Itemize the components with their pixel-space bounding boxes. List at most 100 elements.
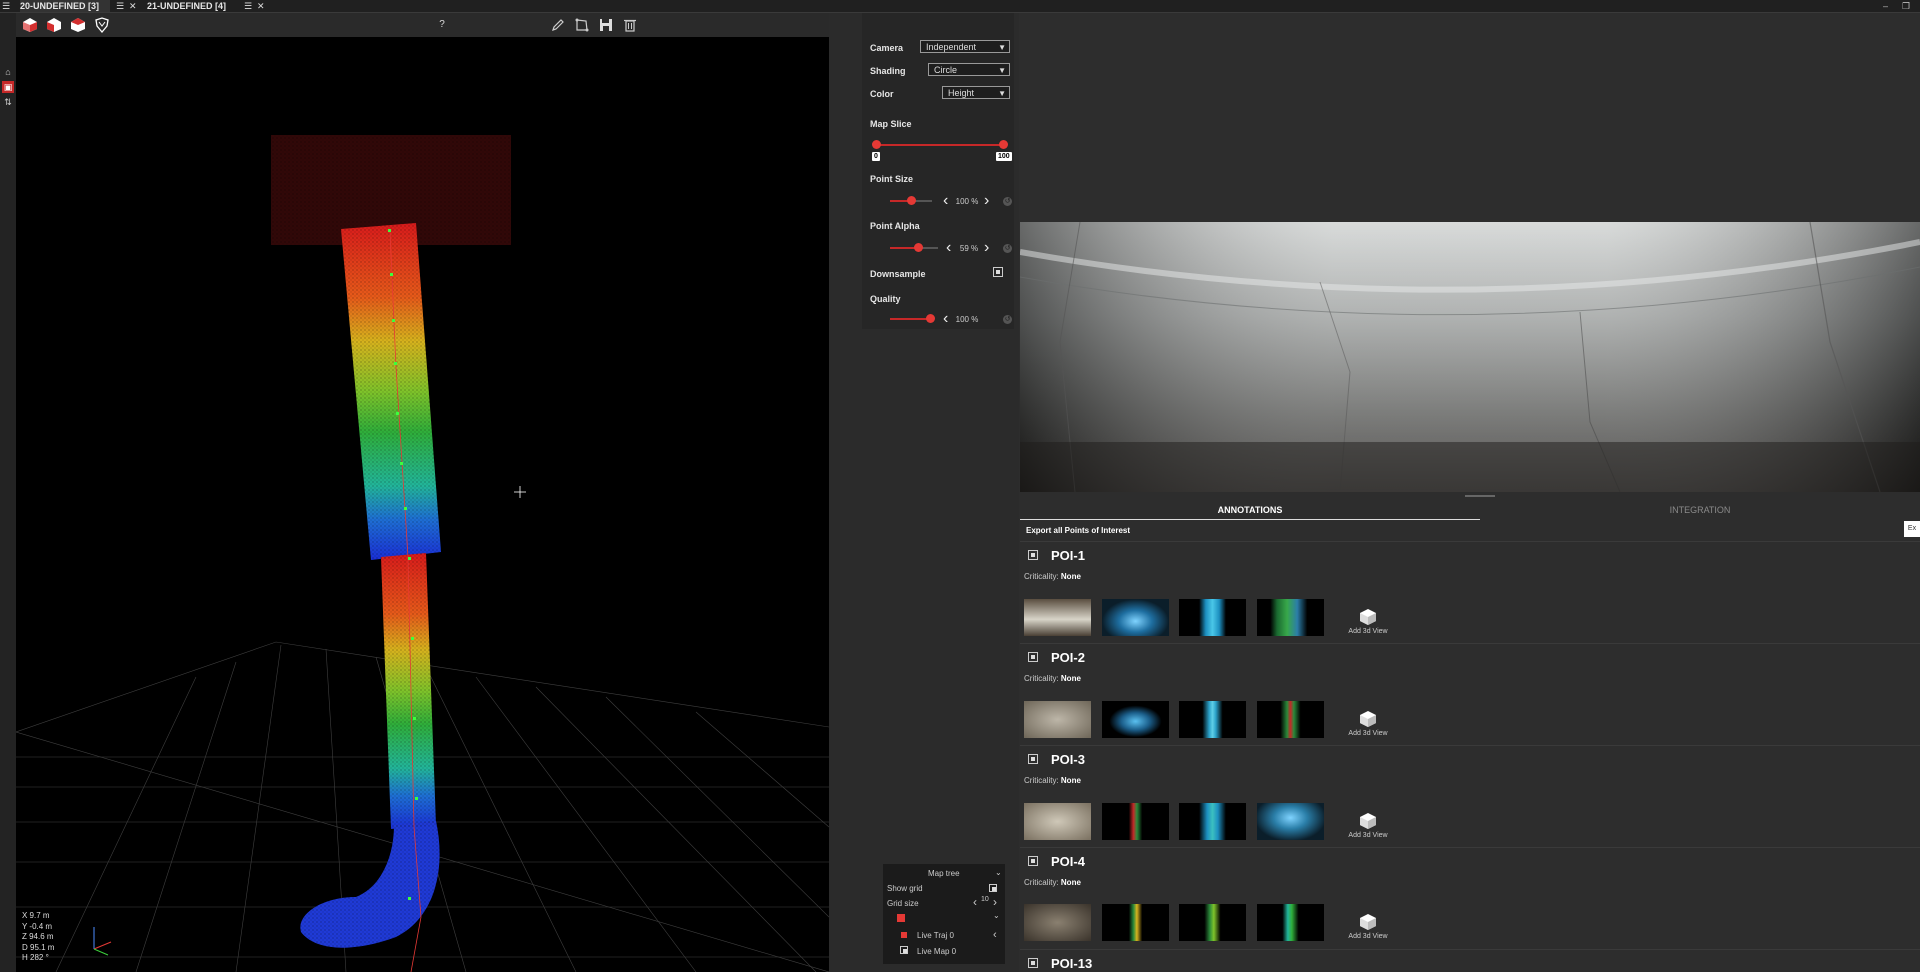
map-tree-collapse-icon[interactable]: ⌄: [995, 868, 1002, 877]
poi-criticality: Criticality: None: [1024, 572, 1081, 581]
save-icon[interactable]: [598, 17, 614, 33]
quality-reset-icon[interactable]: ↺: [1003, 315, 1012, 324]
live-traj-swatch[interactable]: [901, 932, 907, 938]
shading-value: Circle: [934, 65, 958, 75]
cube-view-top-icon[interactable]: [70, 17, 86, 33]
sort-icon[interactable]: ⇅: [2, 96, 14, 108]
panorama-resize-handle[interactable]: [1465, 495, 1495, 497]
point-size-handle[interactable]: [906, 196, 916, 205]
restore-icon[interactable]: ❐: [1902, 0, 1910, 12]
point-size-reset-icon[interactable]: ↺: [1003, 197, 1012, 206]
close-icon[interactable]: ✕: [129, 0, 137, 12]
add-3d-view-label: Add 3d View: [1348, 832, 1388, 839]
add-3d-view-button[interactable]: Add 3d View: [1340, 913, 1396, 940]
poi-title[interactable]: POI-1: [1051, 548, 1085, 563]
poi-view-thumbnail[interactable]: [1102, 599, 1169, 636]
add-3d-view-button[interactable]: Add 3d View: [1340, 812, 1396, 839]
camera-select[interactable]: Independent ▼: [920, 40, 1010, 53]
poi-checkbox[interactable]: [1028, 652, 1038, 662]
poi-view-thumbnail[interactable]: [1257, 701, 1324, 738]
coord-x: X 9.7 m: [22, 911, 50, 920]
poi-photo-thumbnail[interactable]: [1024, 904, 1091, 941]
tab-21-undefined[interactable]: 21-UNDEFINED [4]: [147, 0, 237, 12]
layers-icon[interactable]: ▣: [2, 81, 14, 93]
tab-20-undefined[interactable]: 20-UNDEFINED [3]: [20, 0, 110, 12]
tab-annotations[interactable]: ANNOTATIONS: [1020, 502, 1480, 520]
shading-select[interactable]: Circle ▼: [928, 63, 1010, 76]
poi-view-thumbnail[interactable]: [1179, 803, 1246, 840]
grid-size-decrease-icon[interactable]: ‹: [973, 895, 977, 909]
poi-title[interactable]: POI-3: [1051, 752, 1085, 767]
point-cloud-canvas[interactable]: [16, 37, 829, 972]
hamburger-menu-icon[interactable]: ☰: [2, 0, 10, 12]
color-select[interactable]: Height ▼: [942, 86, 1010, 99]
poi-checkbox[interactable]: [1028, 550, 1038, 560]
settings-panel: Camera Independent ▼ Shading Circle ▼ Colo…: [862, 13, 1014, 329]
list-icon[interactable]: ☰: [116, 0, 124, 12]
map-slice-max-handle[interactable]: [999, 140, 1008, 149]
point-alpha-handle[interactable]: [913, 243, 923, 252]
cube-view-front-icon[interactable]: [22, 17, 38, 33]
point-alpha-reset-icon[interactable]: ↺: [1003, 244, 1012, 253]
point-size-increase-icon[interactable]: ›: [984, 193, 989, 209]
live-traj-label[interactable]: Live Traj 0: [917, 931, 954, 940]
edge-button[interactable]: Ex: [1904, 521, 1920, 537]
poi-title[interactable]: POI-13: [1051, 956, 1092, 971]
panorama-image[interactable]: [1020, 222, 1920, 492]
chevron-left-icon[interactable]: ‹: [993, 929, 997, 941]
poi-title[interactable]: POI-2: [1051, 650, 1085, 665]
home-icon[interactable]: ⌂: [2, 66, 14, 78]
help-button[interactable]: ?: [434, 17, 450, 33]
close-icon[interactable]: ✕: [257, 0, 265, 12]
cube-view-side-icon[interactable]: [46, 17, 62, 33]
criticality-label: Criticality:: [1024, 674, 1059, 683]
point-alpha-increase-icon[interactable]: ›: [984, 240, 989, 256]
poi-checkbox[interactable]: [1028, 856, 1038, 866]
grid-size-increase-icon[interactable]: ›: [993, 895, 997, 909]
add-3d-view-label: Add 3d View: [1348, 730, 1388, 737]
list-icon[interactable]: ☰: [244, 0, 252, 12]
tab-integration[interactable]: INTEGRATION: [1480, 502, 1920, 519]
map-slice-min-handle[interactable]: [872, 140, 881, 149]
downsample-checkbox[interactable]: [993, 267, 1003, 277]
export-poi-button[interactable]: Export all Points of Interest: [1026, 526, 1130, 535]
poi-view-thumbnail[interactable]: [1179, 599, 1246, 636]
poi-view-thumbnail[interactable]: [1179, 904, 1246, 941]
layer-color-swatch[interactable]: [897, 914, 905, 922]
poi-view-thumbnail[interactable]: [1102, 904, 1169, 941]
color-value: Height: [948, 88, 975, 98]
point-cloud-viewport[interactable]: X 9.7 m Y -0.4 m Z 94.6 m D 95.1 m H 282…: [16, 37, 829, 972]
poi-photo-thumbnail[interactable]: [1024, 701, 1091, 738]
live-map-checkbox[interactable]: [900, 946, 908, 954]
poi-photo-thumbnail[interactable]: [1024, 599, 1091, 636]
live-map-label[interactable]: Live Map 0: [917, 947, 956, 956]
shield-view-icon[interactable]: [94, 17, 110, 33]
poi-view-thumbnail[interactable]: [1257, 803, 1324, 840]
poi-view-thumbnail[interactable]: [1102, 803, 1169, 840]
pencil-icon[interactable]: [550, 17, 566, 33]
chevron-down-icon[interactable]: ⌄: [993, 911, 1000, 920]
poi-view-thumbnail[interactable]: [1257, 599, 1324, 636]
poi-title[interactable]: POI-4: [1051, 854, 1085, 869]
poi-checkbox[interactable]: [1028, 754, 1038, 764]
map-slice-track[interactable]: [876, 144, 1004, 146]
trash-icon[interactable]: [622, 17, 638, 33]
poi-view-thumbnail[interactable]: [1179, 701, 1246, 738]
annotations-tabs: ANNOTATIONS INTEGRATION: [1020, 502, 1920, 520]
point-alpha-decrease-icon[interactable]: ‹: [946, 240, 951, 256]
poi-view-thumbnail[interactable]: [1257, 904, 1324, 941]
quality-track[interactable]: [890, 318, 930, 320]
criticality-label: Criticality:: [1024, 572, 1059, 581]
poi-photo-thumbnail[interactable]: [1024, 803, 1091, 840]
poi-checkbox[interactable]: [1028, 958, 1038, 968]
measure-polygon-icon[interactable]: [574, 17, 590, 33]
cube-icon: [1360, 813, 1376, 829]
minimize-icon[interactable]: –: [1883, 0, 1888, 12]
quality-handle[interactable]: [925, 314, 935, 323]
quality-decrease-icon[interactable]: ‹: [943, 311, 948, 327]
show-grid-checkbox[interactable]: [989, 884, 997, 892]
add-3d-view-button[interactable]: Add 3d View: [1340, 608, 1396, 635]
poi-view-thumbnail[interactable]: [1102, 701, 1169, 738]
add-3d-view-button[interactable]: Add 3d View: [1340, 710, 1396, 737]
point-size-decrease-icon[interactable]: ‹: [943, 193, 948, 209]
